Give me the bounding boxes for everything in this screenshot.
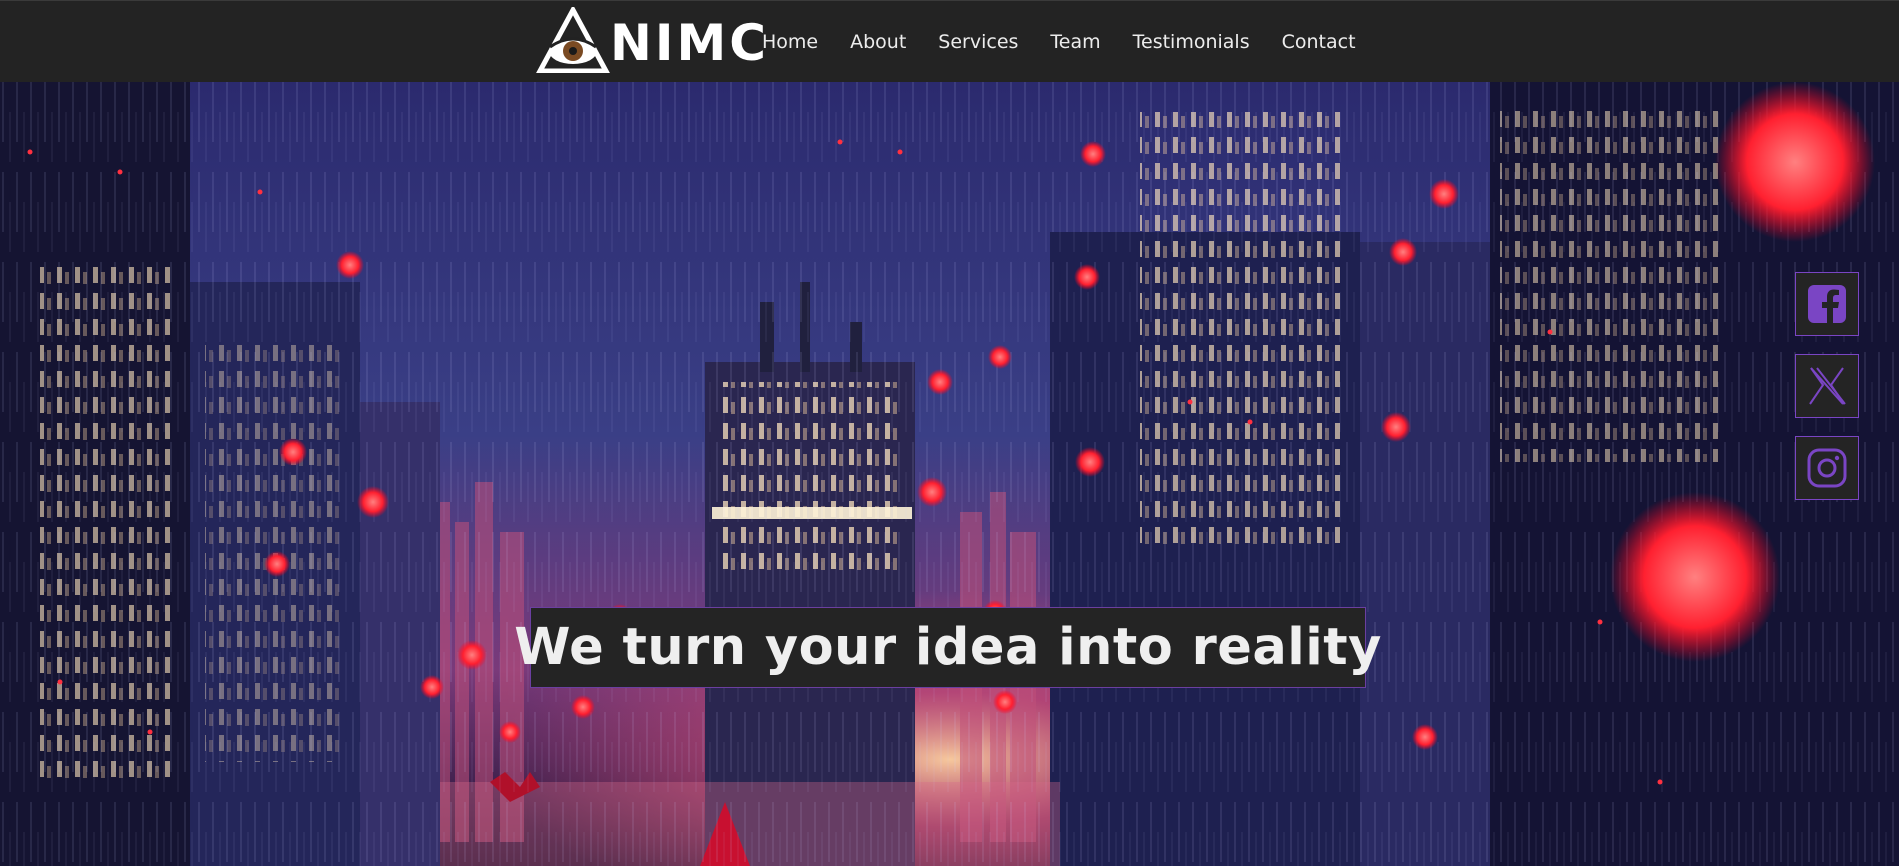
brand-logo[interactable]: NIMC bbox=[535, 4, 766, 74]
nav-services[interactable]: Services bbox=[938, 31, 1018, 53]
hero-headline-text: We turn your idea into reality bbox=[514, 618, 1382, 677]
nav-testimonials[interactable]: Testimonials bbox=[1133, 31, 1250, 53]
logo-text: NIMC bbox=[610, 14, 769, 72]
top-navbar: NIMC Home About Services Team Testimonia… bbox=[0, 0, 1899, 82]
instagram-icon bbox=[1807, 448, 1847, 488]
nav-home[interactable]: Home bbox=[762, 31, 818, 53]
x-twitter-icon bbox=[1809, 367, 1846, 405]
nav-contact[interactable]: Contact bbox=[1282, 31, 1356, 53]
nav-team[interactable]: Team bbox=[1050, 31, 1100, 53]
hero-headline: We turn your idea into reality bbox=[514, 607, 1381, 688]
instagram-link[interactable] bbox=[1795, 436, 1859, 500]
facebook-icon bbox=[1808, 285, 1846, 324]
city-background-image bbox=[0, 82, 1899, 866]
hero-section: We turn your idea into reality bbox=[0, 82, 1899, 866]
facebook-link[interactable] bbox=[1795, 272, 1859, 336]
main-nav: Home About Services Team Testimonials Co… bbox=[762, 1, 1388, 83]
logo-eye-icon bbox=[535, 4, 611, 74]
x-twitter-link[interactable] bbox=[1795, 354, 1859, 418]
nav-about[interactable]: About bbox=[850, 31, 906, 53]
